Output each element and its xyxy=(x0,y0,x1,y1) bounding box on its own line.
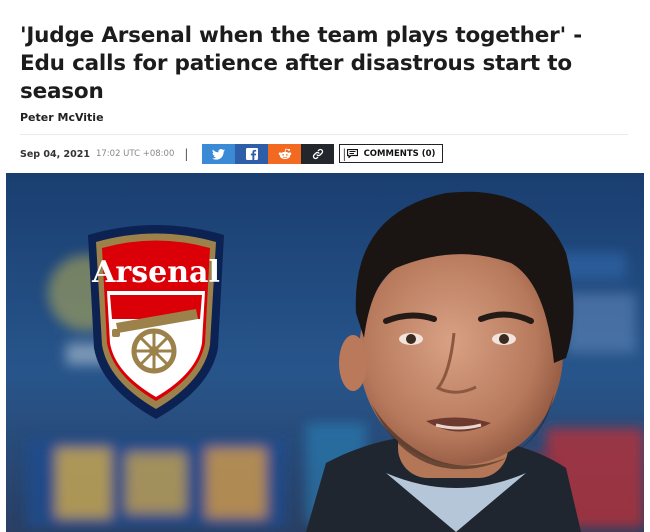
facebook-icon xyxy=(245,148,258,160)
publish-date: Sep 04, 2021 xyxy=(20,148,90,160)
article-meta: Sep 04, 2021 17:02 UTC +08:00 | | xyxy=(20,144,346,164)
twitter-icon xyxy=(212,148,226,160)
publish-time: 17:02 UTC +08:00 xyxy=(95,149,175,159)
reddit-icon xyxy=(278,148,292,160)
crest-text: Arsenal xyxy=(91,255,220,290)
meta-separator: | xyxy=(184,147,189,161)
comment-icon xyxy=(346,149,358,158)
reddit-share-button[interactable] xyxy=(268,144,302,164)
article-page: 'Judge Arsenal when the team plays toget… xyxy=(0,0,650,532)
twitter-share-button[interactable] xyxy=(202,144,236,164)
copy-link-button[interactable] xyxy=(301,144,335,164)
article-hero-image: Arsenal xyxy=(6,173,644,532)
comments-button[interactable]: COMMENTS (0) xyxy=(339,144,443,163)
author-link[interactable]: Peter McVitie xyxy=(20,111,104,124)
article-headline: 'Judge Arsenal when the team plays toget… xyxy=(20,23,582,104)
divider xyxy=(20,134,628,135)
hero-photo: Arsenal xyxy=(6,173,644,532)
comments-label: COMMENTS (0) xyxy=(363,148,436,159)
link-icon xyxy=(312,148,324,160)
facebook-share-button[interactable] xyxy=(235,144,269,164)
